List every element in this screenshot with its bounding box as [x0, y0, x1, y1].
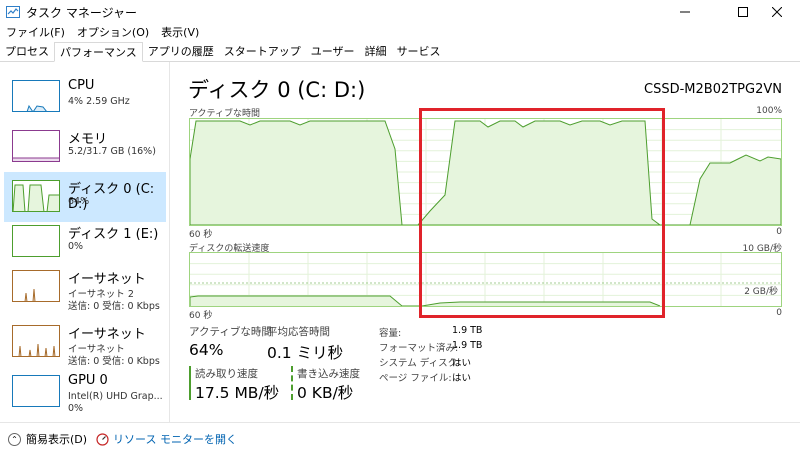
sidebar-item-memory[interactable]: メモリ 5.2/31.7 GB (16%): [4, 122, 166, 172]
capacity-label: 容量:: [379, 328, 402, 339]
response-time-value: 0.1 ミリ秒: [267, 344, 344, 362]
highlight-box: [419, 108, 665, 318]
minimize-button[interactable]: [662, 0, 708, 24]
chevron-up-icon: ⌃: [8, 432, 21, 446]
sidebar-item-title: イーサネット: [68, 272, 146, 287]
sidebar-item-sub: 4% 2.59 GHz: [68, 96, 130, 107]
page-file-value: はい: [452, 373, 472, 384]
tab-services[interactable]: サービス: [392, 42, 446, 61]
sidebar-item-cpu[interactable]: CPU 4% 2.59 GHz: [4, 72, 166, 122]
sidebar-item-sub: 64%: [68, 196, 90, 207]
page-title: ディスク 0 (C: D:): [188, 78, 366, 102]
graph1-max: 100%: [756, 106, 782, 116]
sidebar-item-sub2: 送信: 0 受信: 0 Kbps: [68, 301, 160, 312]
menu-bar: ファイル(F) オプション(O) 表示(V): [0, 24, 205, 42]
write-speed-marker: [291, 366, 293, 400]
ethernet-thumbnail: [12, 325, 60, 357]
tab-startup[interactable]: スタートアップ: [219, 42, 306, 61]
capacity-value: 1.9 TB: [452, 325, 483, 336]
cpu-thumbnail: [12, 80, 60, 112]
response-time-label: 平均応答時間: [267, 326, 330, 338]
minimize-icon: [680, 11, 690, 13]
summary-view-label: 簡易表示(D): [26, 433, 88, 446]
tab-details[interactable]: 詳細: [360, 42, 392, 61]
system-disk-label: システム ディスク:: [379, 358, 461, 369]
menu-file[interactable]: ファイル(F): [0, 24, 71, 42]
sidebar-item-sub2: 0%: [68, 403, 84, 414]
resource-monitor-icon: [96, 432, 109, 446]
close-button[interactable]: [754, 0, 800, 24]
gpu0-thumbnail: [12, 375, 60, 407]
sidebar-item-ethernet[interactable]: イーサネット イーサネット 送信: 0 受信: 0 Kbps: [4, 317, 166, 367]
system-disk-value: はい: [452, 358, 472, 369]
footer-bar: ⌃ 簡易表示(D) リソース モニターを開く: [0, 422, 800, 455]
sidebar-item-sub2: 送信: 0 受信: 0 Kbps: [68, 356, 160, 367]
graph2-mid: 2 GB/秒: [744, 287, 778, 297]
performance-sidebar: CPU 4% 2.59 GHz メモリ 5.2/31.7 GB (16%) ディ…: [0, 62, 170, 422]
formatted-label: フォーマット済み:: [379, 343, 459, 354]
sidebar-item-title: ディスク 1 (E:): [68, 227, 159, 242]
write-speed-label: 書き込み速度: [297, 368, 360, 380]
tab-processes[interactable]: プロセス: [0, 42, 54, 61]
menu-view[interactable]: 表示(V): [155, 24, 205, 42]
window-title: タスク マネージャー: [26, 6, 137, 20]
formatted-value: 1.9 TB: [452, 340, 483, 351]
memory-thumbnail: [12, 130, 60, 162]
sidebar-item-disk1[interactable]: ディスク 1 (E:) 0%: [4, 217, 166, 267]
tab-users[interactable]: ユーザー: [306, 42, 360, 61]
sidebar-item-ethernet2[interactable]: イーサネット イーサネット 2 送信: 0 受信: 0 Kbps: [4, 262, 166, 312]
write-speed-value: 0 KB/秒: [297, 384, 354, 402]
ethernet2-thumbnail: [12, 270, 60, 302]
title-bar: タスク マネージャー: [0, 0, 800, 24]
read-speed-value: 17.5 MB/秒: [195, 384, 280, 402]
read-speed-marker: [189, 366, 191, 400]
graph1-time: 60 秒: [189, 230, 213, 240]
graph2-min: 0: [776, 308, 782, 318]
active-time-value: 64%: [189, 341, 224, 359]
disk0-thumbnail: [12, 180, 60, 212]
sidebar-item-title: メモリ: [68, 132, 108, 147]
maximize-icon: [738, 7, 748, 17]
disk-model: CSSD-M2B02TPG2VN: [644, 82, 782, 97]
close-icon: [772, 7, 782, 17]
sidebar-item-sub: 5.2/31.7 GB (16%): [68, 146, 156, 157]
disk1-thumbnail: [12, 225, 60, 257]
menu-options[interactable]: オプション(O): [71, 24, 155, 42]
task-manager-icon: [6, 6, 20, 18]
sidebar-item-title: CPU: [68, 78, 95, 93]
active-time-label: アクティブな時間: [189, 326, 272, 338]
sidebar-item-sub: 0%: [68, 241, 84, 252]
resource-monitor-label: リソース モニターを開く: [113, 433, 237, 446]
sidebar-item-sub: Intel(R) UHD Grap...: [68, 391, 163, 402]
sidebar-item-disk0[interactable]: ディスク 0 (C: D:) 64%: [4, 172, 166, 222]
sidebar-item-title: イーサネット: [68, 327, 146, 342]
read-speed-label: 読み取り速度: [195, 368, 258, 380]
tab-performance[interactable]: パフォーマンス: [54, 42, 143, 62]
resource-monitor-link[interactable]: リソース モニターを開く: [96, 431, 237, 447]
sidebar-item-title: GPU 0: [68, 373, 108, 388]
summary-view-button[interactable]: ⌃ 簡易表示(D): [8, 431, 87, 447]
tab-app-history[interactable]: アプリの履歴: [143, 42, 219, 61]
graph1-min: 0: [776, 227, 782, 237]
sidebar-item-gpu0[interactable]: GPU 0 Intel(R) UHD Grap... 0%: [4, 367, 166, 417]
page-file-label: ページ ファイル:: [379, 373, 452, 384]
tab-bar: プロセス パフォーマンス アプリの履歴 スタートアップ ユーザー 詳細 サービス: [0, 42, 800, 62]
graph2-time: 60 秒: [189, 311, 213, 321]
